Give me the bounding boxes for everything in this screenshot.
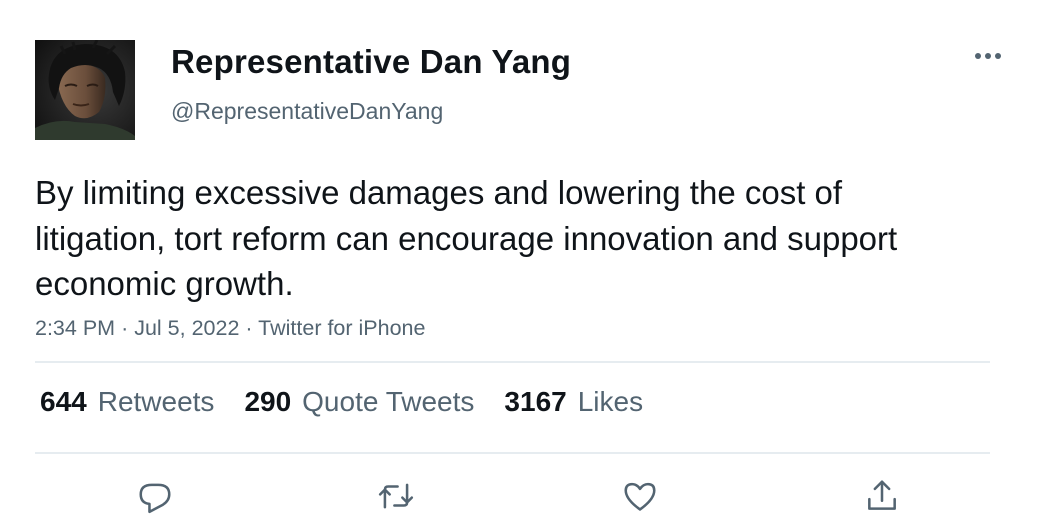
tweet-date[interactable]: Jul 5, 2022 [134, 316, 239, 340]
meta-separator: · [121, 316, 129, 340]
divider [35, 452, 990, 454]
heart-icon [624, 482, 656, 511]
avatar[interactable] [35, 40, 135, 140]
tweet-metadata: 2:34 PM · Jul 5, 2022 · Twitter for iPho… [35, 316, 425, 341]
user-handle[interactable]: @RepresentativeDanYang [171, 98, 443, 125]
quote-tweets-stat[interactable]: 290 Quote Tweets [244, 386, 474, 418]
quote-tweets-count: 290 [244, 386, 292, 417]
like-button[interactable] [618, 474, 662, 518]
more-horizontal-icon [975, 53, 1001, 59]
likes-count: 3167 [504, 386, 567, 417]
reply-icon [139, 483, 171, 514]
retweets-label: Retweets [97, 386, 215, 417]
avatar-photo [35, 40, 135, 140]
display-name[interactable]: Representative Dan Yang [171, 43, 571, 81]
retweets-count: 644 [40, 386, 87, 417]
engagement-stats: 644 Retweets 290 Quote Tweets 3167 Likes [40, 386, 643, 418]
quote-tweets-label: Quote Tweets [302, 386, 475, 417]
likes-stat[interactable]: 3167 Likes [504, 386, 643, 418]
share-icon [868, 480, 896, 510]
retweet-button[interactable] [374, 474, 418, 518]
tweet-text: By limiting excessive damages and loweri… [35, 174, 898, 302]
tweet-time[interactable]: 2:34 PM [35, 316, 115, 340]
retweet-icon [378, 483, 414, 509]
divider [35, 361, 990, 363]
tweet-source[interactable]: Twitter for iPhone [258, 316, 425, 340]
share-button[interactable] [860, 474, 904, 518]
reply-button[interactable] [133, 474, 177, 518]
likes-label: Likes [577, 386, 644, 417]
retweets-stat[interactable]: 644 Retweets [40, 386, 214, 418]
more-options-button[interactable] [968, 44, 1008, 68]
tweet-card: Representative Dan Yang @RepresentativeD… [0, 0, 1050, 525]
meta-separator: · [245, 316, 253, 340]
